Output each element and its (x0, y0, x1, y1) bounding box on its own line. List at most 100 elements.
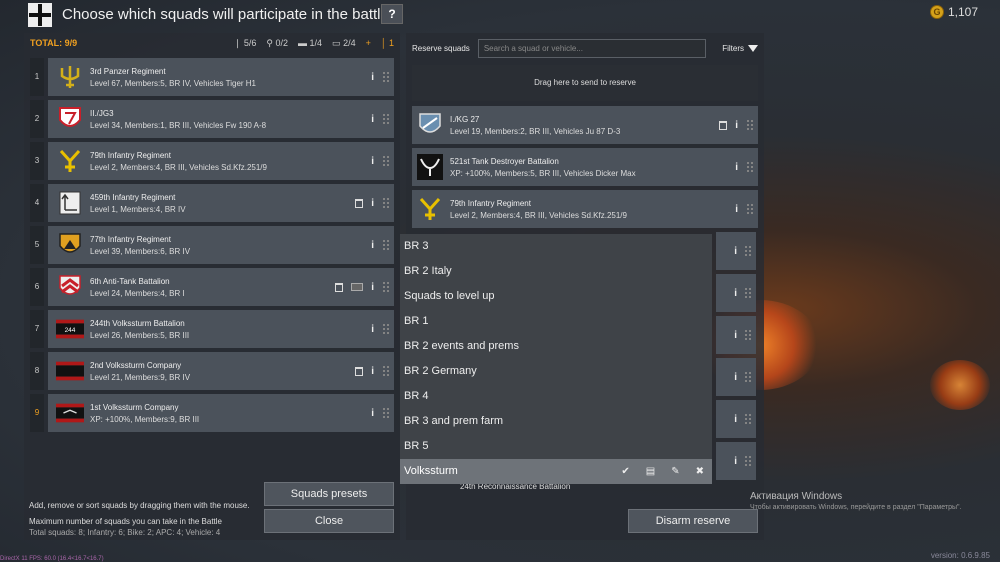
reserve-row[interactable]: 79th Infantry Regiment Level 2, Members:4… (412, 190, 758, 228)
reserve-row[interactable]: i (716, 316, 756, 354)
drag-handle-icon[interactable] (746, 119, 754, 131)
preset-item[interactable]: Squads to level up (400, 284, 712, 309)
drag-handle-icon[interactable] (744, 371, 752, 383)
info-icon[interactable]: i (371, 72, 374, 83)
squads-presets-button[interactable]: Squads presets (264, 482, 394, 506)
battle-squads-panel: TOTAL: 9/9 ❘ 5/6 ⚲ 0/2 ▬ 1/4 ▭ 2/4 + │ 1… (24, 33, 400, 540)
preset-item[interactable]: BR 3 and prem farm (400, 409, 712, 434)
squad-card[interactable]: II./JG3 Level 34, Members:1, BR III, Vehi… (48, 100, 394, 138)
drag-handle-icon[interactable] (382, 407, 390, 419)
drag-handle-icon[interactable] (744, 455, 752, 467)
drag-handle-icon[interactable] (744, 245, 752, 257)
row-number: 2 (30, 100, 44, 138)
preset-item[interactable]: BR 5 (400, 434, 712, 459)
info-icon[interactable]: i (735, 204, 738, 215)
drag-handle-icon[interactable] (382, 113, 390, 125)
squad-row-1[interactable]: 1 3rd Panzer Regiment Level 67, Members:5… (30, 58, 394, 96)
trash-icon[interactable] (355, 198, 364, 208)
page-title: Choose which squads will participate in … (62, 6, 389, 23)
squad-card[interactable]: 79th Infantry Regiment Level 2, Members:4… (48, 142, 394, 180)
squad-row-4[interactable]: 4 459th Infantry Regiment Level 1, Member… (30, 184, 394, 222)
reserve-row[interactable]: i (716, 358, 756, 396)
reserve-row[interactable]: i (716, 400, 756, 438)
reserve-drop-zone[interactable]: Drag here to send to reserve (412, 65, 758, 101)
squad-row-3[interactable]: 3 79th Infantry Regiment Level 2, Members… (30, 142, 394, 180)
squad-list: 1 3rd Panzer Regiment Level 67, Members:5… (30, 58, 394, 436)
squad-card[interactable]: 2nd Volkssturm Company Level 21, Members:… (48, 352, 394, 390)
info-icon[interactable]: i (371, 240, 374, 251)
reserve-row[interactable]: I./KG 27 Level 19, Members:2, BR III, Veh… (412, 106, 758, 144)
info-icon[interactable]: i (734, 288, 737, 299)
squad-row-8[interactable]: 8 2nd Volkssturm Company Level 21, Member… (30, 352, 394, 390)
info-icon[interactable]: i (734, 456, 737, 467)
squad-info: Level 1, Members:4, BR IV (90, 204, 186, 214)
squad-row-6[interactable]: 6 6th Anti-Tank Battalion Level 24, Membe… (30, 268, 394, 306)
info-icon[interactable]: i (735, 162, 738, 173)
info-icon[interactable]: i (735, 120, 738, 131)
check-icon[interactable]: ✔ (621, 459, 629, 484)
info-icon[interactable]: i (734, 372, 737, 383)
reserve-row[interactable]: i (716, 274, 756, 312)
info-icon[interactable]: i (371, 324, 374, 335)
drag-handle-icon[interactable] (744, 287, 752, 299)
squad-card[interactable]: 3rd Panzer Regiment Level 67, Members:5, … (48, 58, 394, 96)
delete-icon[interactable]: ✖ (696, 459, 704, 484)
info-icon[interactable]: i (371, 114, 374, 125)
preset-item-active[interactable]: Volkssturm ✔ ▤ ✎ ✖ (400, 459, 712, 484)
info-icon[interactable]: i (371, 156, 374, 167)
info-icon[interactable]: i (734, 246, 737, 257)
preset-item[interactable]: BR 4 (400, 384, 712, 409)
info-icon[interactable]: i (371, 282, 374, 293)
drag-handle-icon[interactable] (382, 323, 390, 335)
bike-count: ⚲ 0/2 (266, 37, 289, 48)
drag-handle-icon[interactable] (746, 161, 754, 173)
squad-row-5[interactable]: 5 77th Infantry Regiment Level 39, Member… (30, 226, 394, 264)
edit-icon[interactable]: ✎ (671, 459, 679, 484)
drag-handle-icon[interactable] (746, 203, 754, 215)
preset-item[interactable]: BR 2 events and prems (400, 334, 712, 359)
drag-handle-icon[interactable] (382, 365, 390, 377)
drag-handle-icon[interactable] (382, 197, 390, 209)
squad-row-7[interactable]: 7 244 244th Volkssturm Battalion Level 26… (30, 310, 394, 348)
info-icon[interactable]: i (734, 414, 737, 425)
save-icon[interactable]: ▤ (646, 459, 655, 484)
squad-card[interactable]: 1st Volkssturm Company XP: +100%, Members… (48, 394, 394, 432)
drag-handle-icon[interactable] (382, 239, 390, 251)
info-icon[interactable]: i (734, 330, 737, 341)
drag-handle-icon[interactable] (744, 329, 752, 341)
help-button[interactable]: ? (381, 4, 403, 24)
info-icon[interactable]: i (371, 198, 374, 209)
drag-handle-icon[interactable] (744, 413, 752, 425)
trash-icon[interactable] (335, 282, 344, 292)
reserve-row[interactable]: i (716, 232, 756, 270)
squad-card[interactable]: 244 244th Volkssturm Battalion Level 26, … (48, 310, 394, 348)
drag-handle-icon[interactable] (382, 155, 390, 167)
search-input[interactable]: Search a squad or vehicle... (477, 38, 706, 58)
squad-row-9[interactable]: 9 1st Volkssturm Company XP: +100%, Membe… (30, 394, 394, 432)
squad-card[interactable]: 77th Infantry Regiment Level 39, Members:… (48, 226, 394, 264)
filters-button[interactable]: Filters (722, 44, 758, 53)
trash-icon[interactable] (355, 366, 364, 376)
info-icon[interactable]: i (371, 408, 374, 419)
info-icon[interactable]: i (371, 366, 374, 377)
close-button[interactable]: Close (264, 509, 394, 533)
preset-item[interactable]: BR 3 (400, 234, 712, 259)
reserve-row-partial[interactable]: 24th Reconnaissance Battalion (412, 482, 712, 498)
reserve-row[interactable]: i (716, 442, 756, 480)
drag-handle-icon[interactable] (382, 71, 390, 83)
svg-text:244: 244 (65, 327, 76, 334)
row-number: 5 (30, 226, 44, 264)
reserve-row[interactable]: 521st Tank Destroyer Battalion XP: +100%,… (412, 148, 758, 186)
trash-icon[interactable] (719, 120, 728, 130)
squad-info: Level 2, Members:4, BR III, Vehicles Sd.… (90, 162, 267, 172)
preset-actions: ✔ ▤ ✎ ✖ (621, 459, 704, 484)
preset-item[interactable]: BR 2 Germany (400, 359, 712, 384)
disarm-reserve-button[interactable]: Disarm reserve (628, 509, 758, 533)
squad-card[interactable]: 6th Anti-Tank Battalion Level 24, Members… (48, 268, 394, 306)
preset-item[interactable]: BR 2 Italy (400, 259, 712, 284)
squad-info: Level 24, Members:4, BR I (90, 288, 185, 298)
drag-handle-icon[interactable] (382, 281, 390, 293)
squad-card[interactable]: 459th Infantry Regiment Level 1, Members:… (48, 184, 394, 222)
preset-item[interactable]: BR 1 (400, 309, 712, 334)
squad-row-2[interactable]: 2 II./JG3 Level 34, Members:1, BR III, Ve… (30, 100, 394, 138)
